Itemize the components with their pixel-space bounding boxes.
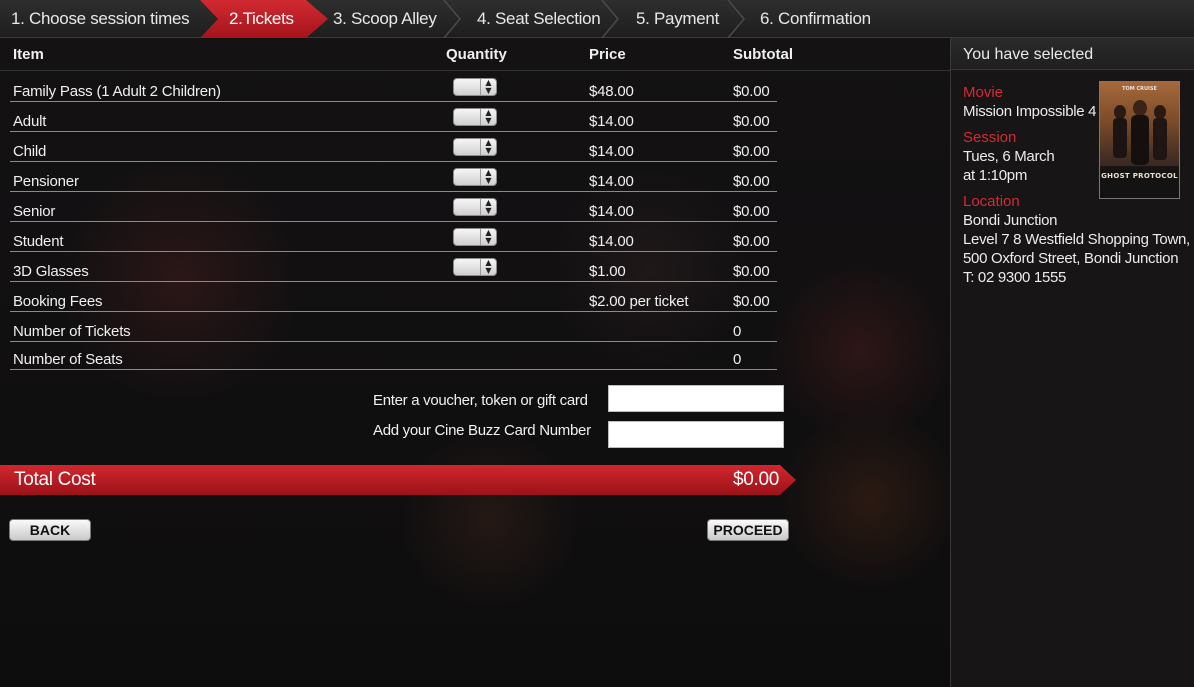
quantity-select[interactable]: ▲ ▼ [453,78,497,96]
session-time: at 1:10pm [963,167,1028,184]
row-item-label: Number of Tickets [13,323,131,340]
voucher-label: Enter a voucher, token or gift card [373,392,588,409]
step-tickets[interactable]: 2.Tickets [229,0,294,38]
row-subtotal: $0.00 [733,263,770,280]
quantity-select[interactable]: ▲ ▼ [453,258,497,276]
proceed-button[interactable]: PROCEED [707,519,789,541]
back-button[interactable]: BACK [9,519,91,541]
column-header-subtotal: Subtotal [733,46,793,63]
location-label: Location [963,193,1020,210]
row-price: $14.00 [589,113,634,130]
location-address-line2: 500 Oxford Street, Bondi Junction [963,250,1179,267]
chevron-separator-icon [443,0,461,38]
row-booking-fees: Booking Fees $2.00 per ticket $0.00 [10,282,777,312]
row-subtotal: $0.00 [733,83,770,100]
up-down-arrows-icon: ▲ ▼ [480,259,496,275]
chevron-separator-icon [727,0,745,38]
step-payment[interactable]: 5. Payment [636,0,719,38]
poster-figures-icon [1100,100,1179,198]
panel-title: You have selected [963,46,1094,63]
location-name: Bondi Junction [963,212,1058,229]
movie-poster: TOM CRUISE GHOST PROTOCOL [1099,81,1180,199]
column-header-quantity: Quantity [446,46,507,63]
quantity-select[interactable]: ▲ ▼ [453,228,497,246]
header-divider [0,70,950,71]
row-subtotal: $0.00 [733,293,770,310]
row-subtotal: $0.00 [733,113,770,130]
total-cost-value: $0.00 [733,469,780,490]
voucher-input[interactable] [608,385,784,412]
quantity-select[interactable]: ▲ ▼ [453,108,497,126]
row-price: $2.00 per ticket [589,293,689,310]
buzz-card-label: Add your Cine Buzz Card Number [373,422,591,439]
ticket-row-student: Student ▲ ▼ $14.00 $0.00 [10,222,777,252]
row-item-label: Booking Fees [13,293,103,310]
location-address-line1: Level 7 8 Westfield Shopping Town, [963,231,1190,248]
selection-summary-panel: You have selected TOM CRUISE GHOST PROTO… [950,38,1194,687]
panel-header: You have selected [951,38,1194,70]
up-down-arrows-icon: ▲ ▼ [480,109,496,125]
row-price: $48.00 [589,83,634,100]
step-navigation: 1. Choose session times 2.Tickets 3. Sco… [0,0,1194,38]
row-number-of-seats: Number of Seats 0 [10,340,777,370]
quantity-select[interactable]: ▲ ▼ [453,138,497,156]
session-date: Tues, 6 March [963,148,1055,165]
row-item-label: Senior [13,203,56,220]
up-down-arrows-icon: ▲ ▼ [480,169,496,185]
up-down-arrows-icon: ▲ ▼ [480,199,496,215]
row-item-label: Number of Seats [13,351,123,368]
session-label: Session [963,129,1017,146]
total-cost-label: Total Cost [14,469,96,490]
ticket-row-pensioner: Pensioner ▲ ▼ $14.00 $0.00 [10,162,777,192]
ticket-row-child: Child ▲ ▼ $14.00 $0.00 [10,132,777,162]
buzz-card-input[interactable] [608,421,784,448]
step-choose-session-times[interactable]: 1. Choose session times [11,0,190,38]
quantity-select[interactable]: ▲ ▼ [453,168,497,186]
row-price: $14.00 [589,143,634,160]
ticket-row-senior: Senior ▲ ▼ $14.00 $0.00 [10,192,777,222]
movie-label: Movie [963,84,1004,101]
row-price: $14.00 [589,203,634,220]
row-item-label: 3D Glasses [13,263,89,280]
chevron-separator-icon [601,0,619,38]
step-seat-selection[interactable]: 4. Seat Selection [477,0,601,38]
location-phone: T: 02 9300 1555 [963,269,1067,286]
row-price: $14.00 [589,233,634,250]
row-item-label: Adult [13,113,47,130]
up-down-arrows-icon: ▲ ▼ [480,229,496,245]
column-header-price: Price [589,46,626,63]
row-subtotal: $0.00 [733,203,770,220]
row-subtotal: $0.00 [733,233,770,250]
row-subtotal: 0 [733,351,742,368]
row-item-label: Child [13,143,47,160]
up-down-arrows-icon: ▲ ▼ [480,139,496,155]
ticket-row-family-pass: Family Pass (1 Adult 2 Children) ▲ ▼ $48.… [10,72,777,102]
step-confirmation[interactable]: 6. Confirmation [760,0,871,38]
ticket-row-3d-glasses: 3D Glasses ▲ ▼ $1.00 $0.00 [10,252,777,282]
column-header-item: Item [13,46,44,63]
step-scoop-alley[interactable]: 3. Scoop Alley [333,0,437,38]
movie-title: Mission Impossible 4 [963,103,1097,120]
row-item-label: Family Pass (1 Adult 2 Children) [13,83,221,100]
row-subtotal: $0.00 [733,143,770,160]
row-number-of-tickets: Number of Tickets 0 [10,312,777,342]
row-item-label: Student [13,233,64,250]
row-item-label: Pensioner [13,173,79,190]
ticket-row-adult: Adult ▲ ▼ $14.00 $0.00 [10,102,777,132]
row-price: $14.00 [589,173,634,190]
row-price: $1.00 [589,263,626,280]
poster-title: GHOST PROTOCOL [1101,172,1178,180]
up-down-arrows-icon: ▲ ▼ [480,79,496,95]
quantity-select[interactable]: ▲ ▼ [453,198,497,216]
total-cost-bar: Total Cost $0.00 [0,465,796,495]
row-subtotal: 0 [733,323,742,340]
row-subtotal: $0.00 [733,173,770,190]
